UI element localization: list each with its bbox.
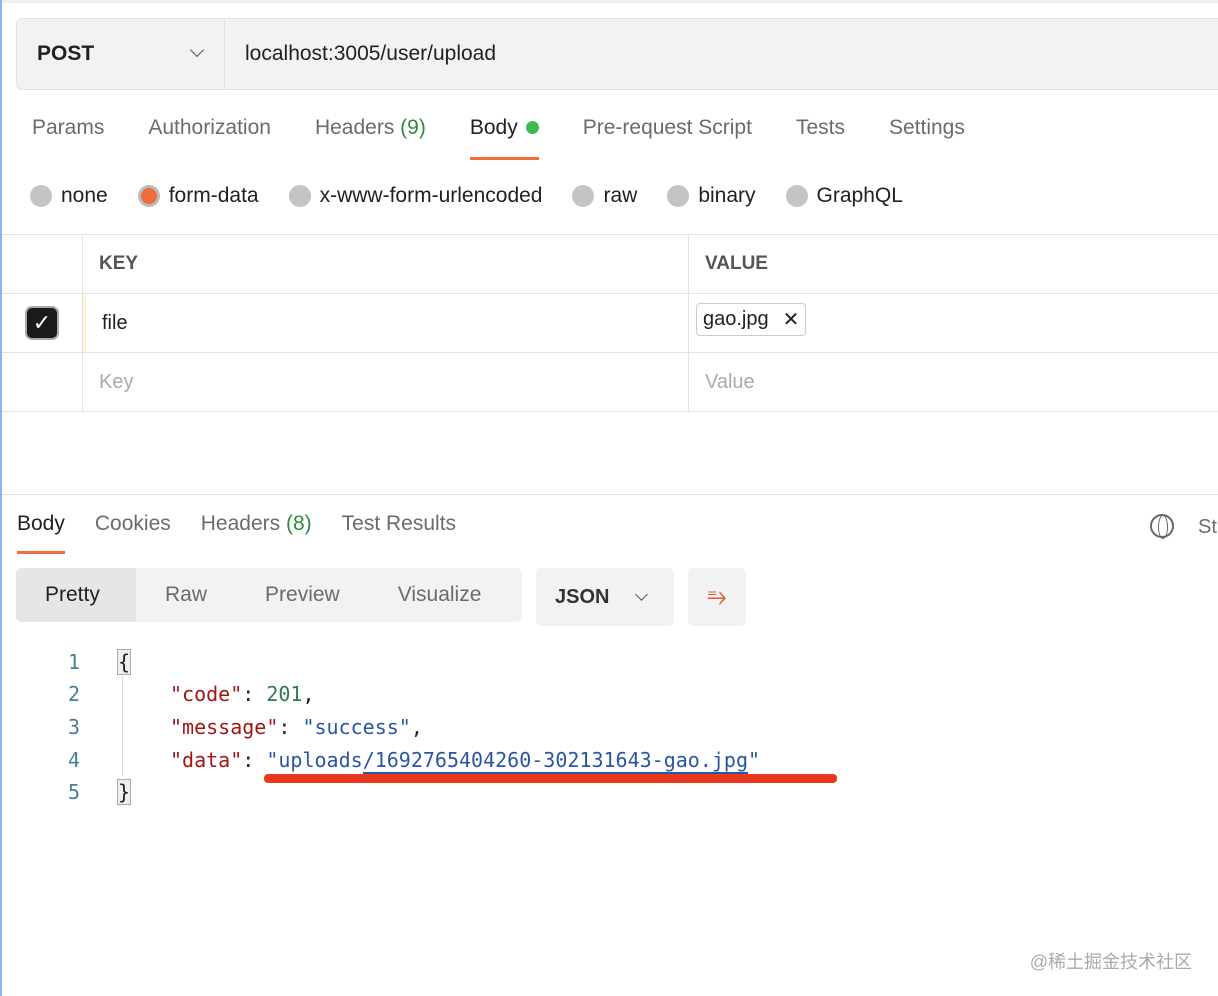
- tab-response-headers[interactable]: Headers (8): [201, 512, 312, 554]
- radio-label: binary: [698, 184, 756, 207]
- close-brace: }: [116, 779, 132, 805]
- form-data-table: KEY VALUE ✓ file gao.jpg ✕ Key Value: [2, 234, 1218, 412]
- radio-icon: [572, 185, 595, 207]
- json-key: "data": [170, 748, 243, 772]
- view-raw[interactable]: Raw: [136, 568, 236, 622]
- status-label: St: [1198, 516, 1217, 538]
- view-pretty[interactable]: Pretty: [16, 568, 136, 622]
- row-checkbox-cell: ✓: [2, 294, 83, 352]
- chevron-down-icon: [635, 588, 648, 601]
- request-tabs: Params Authorization Headers (9) Body Pr…: [32, 116, 1009, 160]
- radio-urlencoded[interactable]: x-www-form-urlencoded: [288, 184, 543, 208]
- json-link[interactable]: /1692765404260-302131643-gao.jpg: [362, 748, 748, 774]
- radio-label: none: [61, 184, 108, 207]
- format-select[interactable]: JSON: [536, 568, 674, 626]
- red-underline-annotation: [264, 774, 837, 783]
- view-preview[interactable]: Preview: [236, 568, 369, 622]
- headers-count: (9): [400, 116, 426, 139]
- json-number: 201: [266, 682, 303, 706]
- tab-pre-request-script[interactable]: Pre-request Script: [583, 116, 752, 160]
- value-field[interactable]: gao.jpg ✕: [689, 294, 1218, 352]
- json-key: "message": [170, 715, 279, 739]
- view-visualize[interactable]: Visualize: [369, 568, 511, 622]
- tab-params[interactable]: Params: [32, 116, 104, 160]
- wrap-lines-icon[interactable]: ⥱: [688, 568, 746, 626]
- json-string: uploads: [278, 748, 363, 772]
- radio-icon: [30, 185, 52, 207]
- radio-raw[interactable]: raw: [572, 184, 637, 208]
- json-quote: ": [266, 748, 279, 772]
- table-header: KEY VALUE: [2, 235, 1218, 294]
- open-brace: {: [116, 649, 132, 675]
- tab-label: Headers: [200, 512, 281, 535]
- radio-icon: [785, 185, 808, 207]
- radio-icon: [667, 185, 690, 207]
- radio-label: raw: [603, 184, 638, 207]
- tab-tests[interactable]: Tests: [796, 116, 845, 160]
- method-label: POST: [37, 42, 95, 65]
- response-tabs: Body Cookies Headers (8) Test Results: [17, 512, 486, 554]
- tab-label: Headers: [314, 116, 395, 139]
- format-label: JSON: [555, 585, 610, 608]
- radio-form-data[interactable]: form-data: [137, 184, 259, 208]
- json-key: "code": [170, 682, 243, 706]
- key-header: KEY: [83, 235, 689, 293]
- close-icon[interactable]: ✕: [783, 307, 800, 332]
- tab-headers[interactable]: Headers (9): [315, 116, 426, 160]
- tab-settings[interactable]: Settings: [889, 116, 965, 160]
- checkbox-checked[interactable]: ✓: [27, 308, 57, 338]
- tab-test-results[interactable]: Test Results: [342, 512, 456, 554]
- left-border: [0, 0, 2, 996]
- url-input[interactable]: localhost:3005/user/upload: [225, 42, 496, 66]
- tab-body[interactable]: Body: [469, 116, 539, 160]
- table-row: ✓ file gao.jpg ✕: [2, 294, 1218, 353]
- active-dot-icon: [525, 121, 539, 134]
- request-bar: POST localhost:3005/user/upload: [16, 18, 1218, 90]
- radio-label: form-data: [168, 184, 259, 207]
- key-input[interactable]: Key: [83, 353, 689, 411]
- json-quote: ": [748, 748, 761, 772]
- top-divider: [2, 0, 1218, 3]
- tab-label: Body: [469, 116, 518, 139]
- radio-label: GraphQL: [816, 184, 903, 207]
- radio-icon: [288, 185, 311, 207]
- line-number: 4: [68, 748, 81, 772]
- headers-count: (8): [285, 512, 312, 535]
- file-name: gao.jpg: [703, 307, 769, 330]
- line-number: 3: [68, 715, 81, 739]
- value-input[interactable]: Value: [689, 353, 1218, 411]
- tab-response-body[interactable]: Body: [17, 512, 65, 554]
- table-row-empty: Key Value: [2, 353, 1218, 412]
- view-mode-selector: Pretty Raw Preview Visualize: [16, 568, 522, 622]
- radio-graphql[interactable]: GraphQL: [785, 184, 903, 208]
- tab-cookies[interactable]: Cookies: [95, 512, 171, 554]
- value-header: VALUE: [705, 253, 768, 274]
- line-number: 1: [68, 650, 81, 674]
- method-select[interactable]: POST: [17, 19, 225, 89]
- checkbox-column: [2, 235, 83, 293]
- radio-none[interactable]: none: [30, 184, 108, 208]
- radio-selected-icon: [137, 185, 160, 207]
- line-number: 2: [68, 682, 81, 706]
- indent-guide: [122, 676, 123, 776]
- watermark: @稀土掘金技术社区: [1029, 952, 1192, 972]
- radio-binary[interactable]: binary: [667, 184, 756, 208]
- file-chip: gao.jpg ✕: [696, 302, 807, 336]
- response-divider[interactable]: [2, 494, 1218, 495]
- chevron-down-icon: [189, 42, 205, 58]
- radio-label: x-www-form-urlencoded: [319, 184, 543, 207]
- line-number: 5: [68, 780, 81, 804]
- globe-icon[interactable]: [1150, 514, 1174, 539]
- key-field[interactable]: file: [83, 294, 689, 352]
- tab-authorization[interactable]: Authorization: [148, 116, 271, 160]
- json-string: "success": [302, 715, 411, 739]
- body-type-radios: none form-data x-www-form-urlencoded raw…: [30, 184, 933, 208]
- row-checkbox-cell: [2, 353, 83, 411]
